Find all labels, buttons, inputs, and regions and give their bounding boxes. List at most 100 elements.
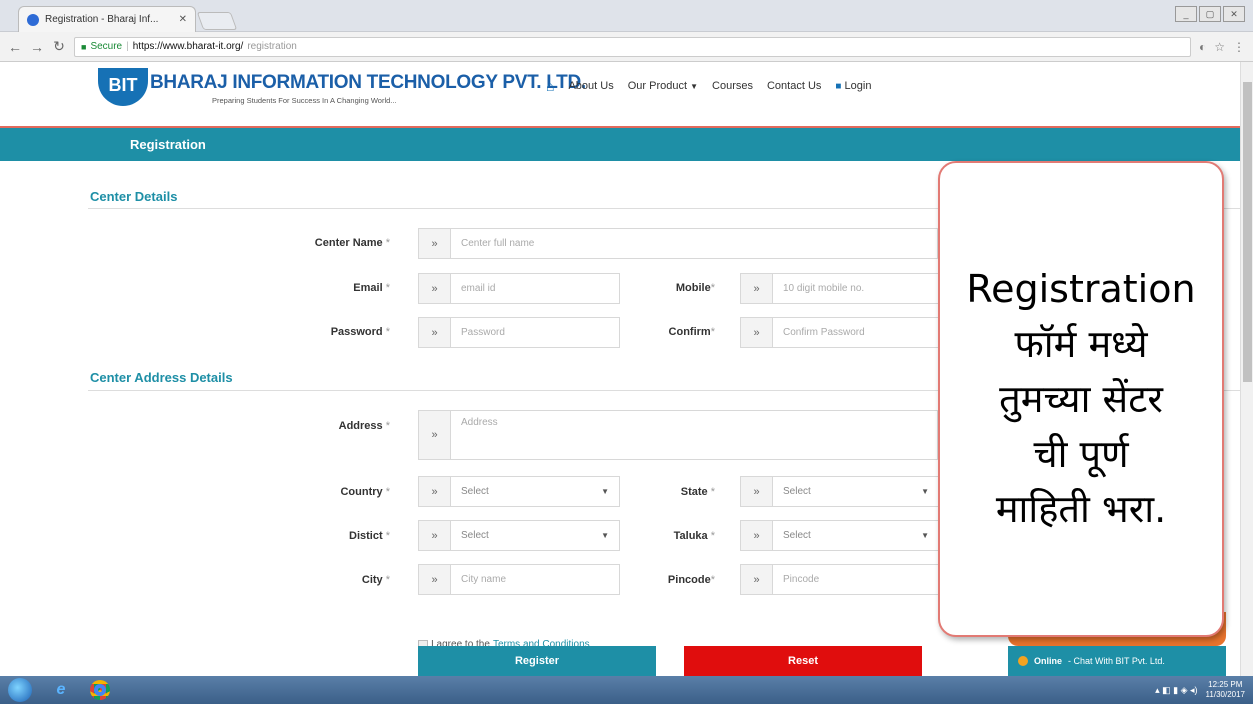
state-label: State * bbox=[620, 486, 715, 498]
pincode-label-text: Pincode bbox=[667, 574, 711, 586]
pincode-input[interactable] bbox=[773, 565, 939, 594]
dropdown-arrow-icon: ▼ bbox=[921, 487, 929, 496]
email-field: » bbox=[418, 273, 620, 304]
callout-line: तुमच्या सेंटर bbox=[999, 376, 1163, 421]
email-label-text: Email bbox=[353, 282, 383, 294]
nav-courses[interactable]: Courses bbox=[712, 80, 753, 92]
scrollbar-thumb[interactable] bbox=[1243, 82, 1252, 382]
online-status-icon bbox=[1018, 656, 1028, 666]
page-scrollbar[interactable] bbox=[1240, 62, 1253, 676]
state-select[interactable]: Select ▼ bbox=[773, 477, 939, 506]
section-center-details: Center Details bbox=[90, 189, 178, 204]
reset-button[interactable]: Reset bbox=[684, 646, 922, 676]
menu-icon[interactable]: ⋮ bbox=[1233, 40, 1245, 54]
required-mark: * bbox=[385, 420, 390, 432]
chat-text: - Chat With BIT Pvt. Ltd. bbox=[1068, 656, 1165, 666]
mobile-label: Mobile* bbox=[620, 282, 715, 294]
lock-icon: ■ bbox=[81, 41, 87, 52]
os-taskbar: e ▴ ◧ ▮ ◈ ◂) 12:25 PM 11/30/2017 bbox=[0, 676, 1253, 704]
taluka-field: » Select ▼ bbox=[740, 520, 940, 551]
register-button[interactable]: Register bbox=[418, 646, 656, 676]
password-input[interactable] bbox=[451, 318, 619, 347]
bookmark-star-icon[interactable]: ☆ bbox=[1214, 40, 1225, 54]
forward-icon[interactable]: → bbox=[30, 39, 44, 55]
chevron-right-icon: » bbox=[419, 229, 451, 258]
chat-widget[interactable]: Online - Chat With BIT Pvt. Ltd. bbox=[1008, 646, 1226, 676]
city-input[interactable] bbox=[451, 565, 619, 594]
mobile-input[interactable] bbox=[773, 274, 939, 303]
center-name-input[interactable] bbox=[451, 229, 937, 258]
confirm-password-field: » bbox=[740, 317, 940, 348]
minimize-button[interactable]: _ bbox=[1175, 6, 1197, 22]
internet-explorer-icon[interactable]: e bbox=[48, 679, 74, 701]
chevron-right-icon: » bbox=[419, 411, 451, 459]
lock-icon: ■ bbox=[835, 81, 842, 92]
tray-icons[interactable]: ▴ ◧ ▮ ◈ ◂) bbox=[1155, 685, 1197, 696]
browser-toolbar: ← → ↻ ■ Secure | https://www.bharat-it.o… bbox=[0, 32, 1253, 62]
tab-close-icon[interactable]: ✕ bbox=[179, 14, 187, 25]
start-button[interactable] bbox=[8, 678, 32, 702]
chevron-right-icon: » bbox=[741, 521, 773, 550]
chevron-right-icon: » bbox=[419, 477, 451, 506]
chrome-icon[interactable] bbox=[90, 680, 110, 700]
section-address-details: Center Address Details bbox=[90, 370, 233, 385]
brand-tagline: Preparing Students For Success In A Chan… bbox=[212, 96, 397, 105]
taluka-select[interactable]: Select ▼ bbox=[773, 521, 939, 550]
taluka-label-text: Taluka bbox=[673, 530, 708, 542]
site-logo[interactable]: BIT bbox=[98, 68, 148, 106]
required-mark: * bbox=[710, 574, 715, 586]
brand-name: BHARAJ INFORMATION TECHNOLOGY PVT. LTD. bbox=[150, 72, 586, 93]
maximize-button[interactable]: ▢ bbox=[1199, 6, 1221, 22]
site-header: BIT BHARAJ INFORMATION TECHNOLOGY PVT. L… bbox=[0, 62, 1240, 128]
required-mark: * bbox=[710, 486, 715, 498]
main-nav: ⌂ About Us Our Product ▼ Courses Contact… bbox=[546, 78, 871, 94]
favicon-icon bbox=[27, 13, 39, 26]
close-window-button[interactable]: ✕ bbox=[1223, 6, 1245, 22]
chevron-right-icon: » bbox=[741, 318, 773, 347]
country-field: » Select ▼ bbox=[418, 476, 620, 507]
state-label-text: State bbox=[680, 486, 708, 498]
mobile-label-text: Mobile bbox=[675, 282, 711, 294]
center-name-label: Center Name * bbox=[250, 237, 390, 249]
address-bar[interactable]: ■ Secure | https://www.bharat-it.org/reg… bbox=[74, 36, 1191, 57]
password-label-text: Password bbox=[330, 326, 383, 338]
extension-icon[interactable]: ◐ bbox=[1199, 40, 1206, 54]
required-mark: * bbox=[710, 282, 715, 294]
new-tab-button[interactable] bbox=[196, 12, 238, 30]
district-select[interactable]: Select ▼ bbox=[451, 521, 619, 550]
dropdown-arrow-icon: ▼ bbox=[601, 487, 609, 496]
nav-about[interactable]: About Us bbox=[568, 80, 613, 92]
back-icon[interactable]: ← bbox=[8, 39, 22, 55]
email-input[interactable] bbox=[451, 274, 619, 303]
page-title-bar: Registration bbox=[0, 128, 1240, 161]
password-label: Password * bbox=[250, 326, 390, 338]
confirm-label-text: Confirm bbox=[668, 326, 711, 338]
browser-tabstrip: Registration - Bharaj Inf... ✕ _ ▢ ✕ bbox=[0, 0, 1253, 32]
callout-line: Registration bbox=[966, 266, 1196, 311]
address-input[interactable] bbox=[451, 411, 937, 459]
center-name-field: » bbox=[418, 228, 938, 259]
dropdown-arrow-icon: ▼ bbox=[601, 531, 609, 540]
address-label: Address * bbox=[250, 420, 390, 432]
country-select[interactable]: Select ▼ bbox=[451, 477, 619, 506]
toolbar-icons: ◐ ☆ ⋮ bbox=[1199, 40, 1245, 54]
nav-our-product-label: Our Product bbox=[627, 80, 688, 92]
reload-icon[interactable]: ↻ bbox=[52, 38, 66, 55]
center-name-label-text: Center Name bbox=[314, 237, 383, 249]
nav-login[interactable]: ■ Login bbox=[835, 80, 871, 92]
pincode-label: Pincode* bbox=[620, 574, 715, 586]
taluka-value: Select bbox=[783, 530, 811, 541]
secure-label: Secure bbox=[90, 41, 123, 52]
state-value: Select bbox=[783, 486, 811, 497]
required-mark: * bbox=[710, 326, 715, 338]
nav-contact[interactable]: Contact Us bbox=[767, 80, 821, 92]
confirm-password-input[interactable] bbox=[773, 318, 939, 347]
clock[interactable]: 12:25 PM 11/30/2017 bbox=[1206, 680, 1245, 700]
chevron-right-icon: » bbox=[741, 565, 773, 594]
browser-tab[interactable]: Registration - Bharaj Inf... ✕ bbox=[18, 6, 196, 32]
home-icon[interactable]: ⌂ bbox=[546, 78, 554, 94]
nav-our-product[interactable]: Our Product ▼ bbox=[628, 80, 698, 92]
country-label: Country * bbox=[250, 486, 390, 498]
required-mark: * bbox=[385, 237, 390, 249]
chevron-right-icon: » bbox=[741, 477, 773, 506]
